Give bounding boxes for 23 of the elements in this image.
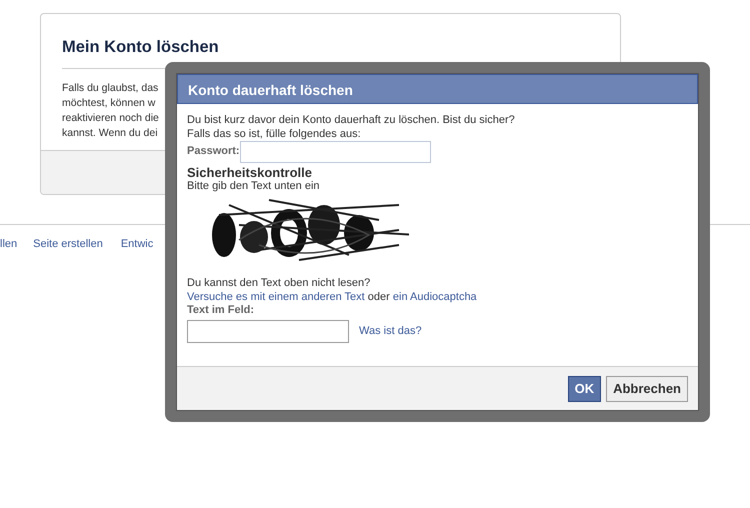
- dialog-text: Falls das so ist, fülle folgendes aus:: [187, 128, 361, 141]
- instruction-text: Bitte gib den Text unten ein: [187, 180, 320, 193]
- captcha-input-field[interactable]: [187, 320, 349, 342]
- paragraph-line: möchtest, können w: [62, 96, 156, 111]
- footer-link[interactable]: llen: [0, 236, 18, 252]
- cancel-button[interactable]: Abbrechen: [606, 376, 688, 402]
- text-link[interactable]: Versuche es mit einem anderen Text: [187, 290, 365, 302]
- footer-link[interactable]: Seite erstellen: [33, 236, 103, 252]
- ok-button[interactable]: OK: [568, 376, 602, 402]
- text-link[interactable]: ein Audiocaptcha: [392, 290, 477, 302]
- paragraph-line: reaktivieren noch die: [62, 110, 159, 126]
- paragraph-line: Falls du glaubst, das: [62, 80, 158, 96]
- dialog-text: Du bist kurz davor dein Konto dauerhaft zu löschen. Bist du sicher?: [187, 114, 515, 128]
- paragraph-line: kannst. Wenn du dei: [62, 126, 158, 141]
- dialog-title: Konto dauerhaft löschen: [177, 74, 698, 104]
- field-label: Passwort:: [187, 145, 240, 159]
- footer-link[interactable]: Entwic: [120, 236, 154, 252]
- help-link[interactable]: Was ist das?: [359, 325, 422, 338]
- alternatives-sentence: Versuche es mit einem anderen Text oder ein Audiocaptcha: [187, 290, 477, 304]
- dialog-text: Du kannst den Text oben nicht lesen?: [187, 277, 370, 290]
- field-label: Text im Feld:: [187, 304, 254, 318]
- password-field[interactable]: [240, 141, 431, 163]
- section-heading: Sicherheitskontrolle: [187, 166, 312, 180]
